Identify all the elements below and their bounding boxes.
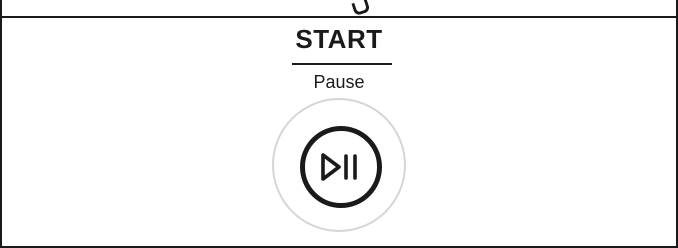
top-panel-cutoff [2, 0, 676, 18]
start-pause-button-core[interactable] [300, 126, 382, 208]
start-pause-control: START Pause [2, 18, 676, 246]
start-pause-button[interactable] [272, 98, 406, 232]
pause-label: Pause [313, 72, 365, 92]
cutoff-text-fragment [351, 0, 371, 16]
play-pause-icon [321, 153, 357, 181]
label-divider [292, 63, 392, 65]
start-label: START [295, 24, 383, 54]
control-panel-frame: START Pause [0, 0, 678, 248]
